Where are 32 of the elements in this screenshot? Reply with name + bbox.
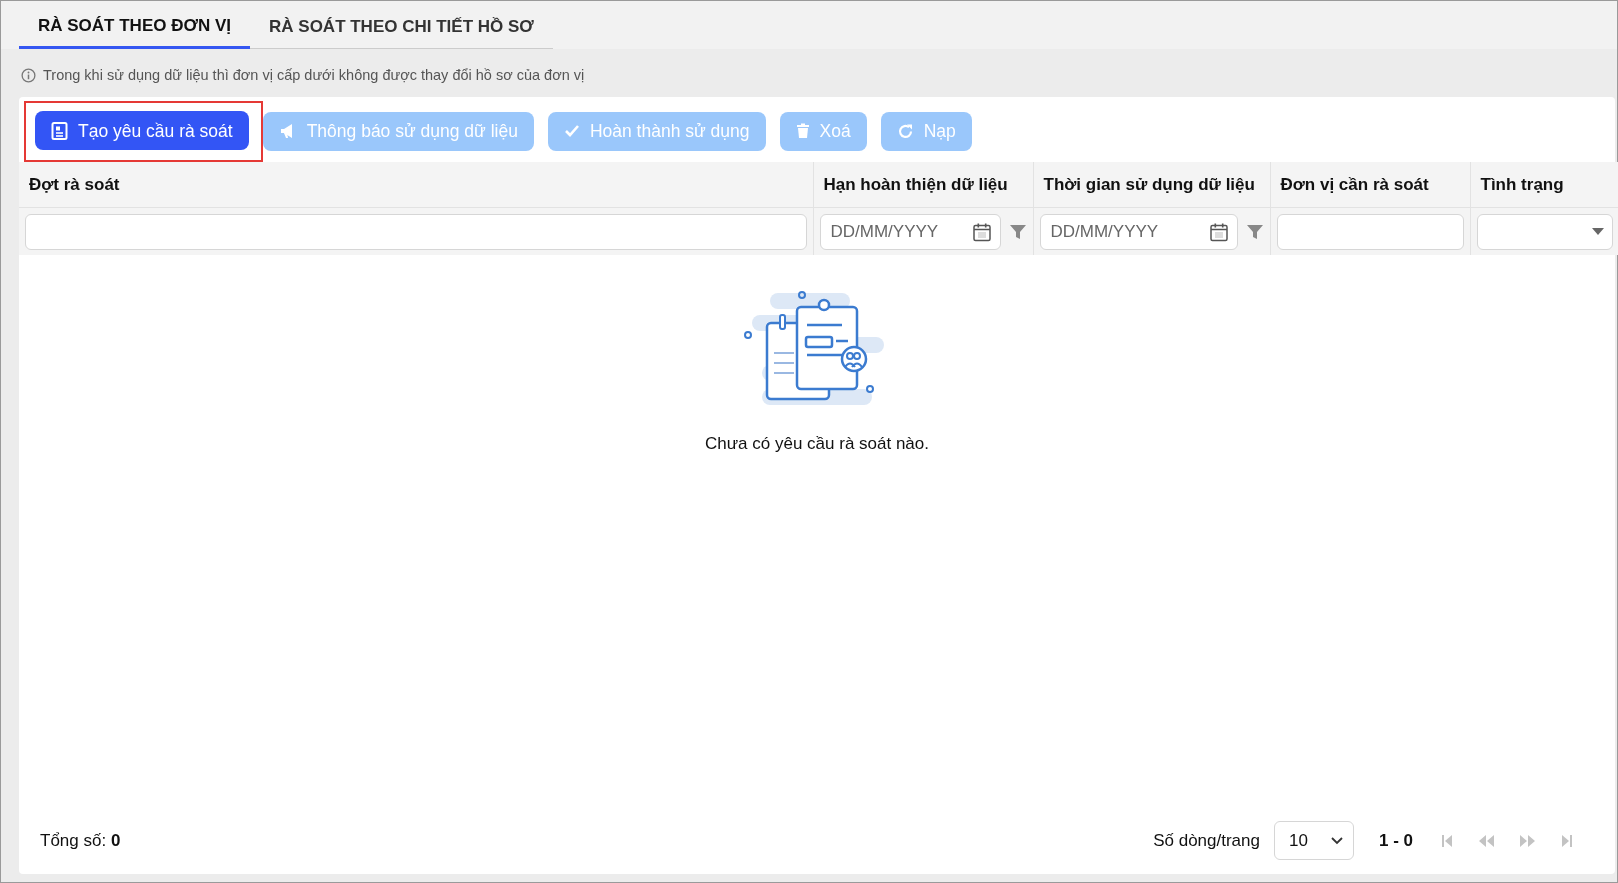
column-header: Đơn vị cần rà soát bbox=[1270, 161, 1470, 208]
column-header: Tình trạng bbox=[1470, 161, 1618, 208]
column-header: Đợt rà soát bbox=[19, 161, 813, 208]
tab[interactable]: RÀ SOÁT THEO CHI TIẾT HỒ SƠ bbox=[250, 1, 553, 49]
first-page-icon bbox=[1441, 833, 1453, 848]
chevron-down-icon bbox=[1330, 836, 1343, 845]
status-select[interactable] bbox=[1476, 213, 1613, 250]
last-page-icon bbox=[1561, 833, 1573, 848]
tab[interactable]: RÀ SOÁT THEO ĐƠN VỊ bbox=[19, 1, 250, 49]
filter-icon[interactable] bbox=[1245, 222, 1264, 241]
date-field[interactable]: DD/MM/YYYY bbox=[819, 213, 1001, 250]
page-size-label: Số dòng/trang bbox=[1153, 829, 1260, 852]
empty-message: Chưa có yêu cầu rà soát nào. bbox=[705, 432, 929, 455]
notice-text: Trong khi sử dụng dữ liệu thì đơn vị cấp dưới không được thay đổi hồ sơ của đơn vị bbox=[43, 66, 585, 85]
dropdown-arrow-icon bbox=[1591, 228, 1604, 235]
document-icon bbox=[51, 121, 68, 140]
calendar-icon[interactable] bbox=[1208, 221, 1229, 242]
checkmark-icon bbox=[563, 124, 580, 139]
total-count: Tổng số: 0 bbox=[40, 829, 121, 852]
refresh-icon bbox=[896, 122, 914, 140]
info-icon bbox=[21, 68, 36, 84]
filter-icon[interactable] bbox=[1008, 222, 1027, 241]
double-left-arrow-icon bbox=[1477, 833, 1495, 848]
calendar-icon[interactable] bbox=[971, 221, 992, 242]
date-field[interactable]: DD/MM/YYYY bbox=[1039, 213, 1238, 250]
page-range: 1 - 0 bbox=[1378, 829, 1413, 852]
page-size-select[interactable]: 10 bbox=[1273, 821, 1354, 860]
trash-icon bbox=[795, 123, 810, 140]
double-right-arrow-icon bbox=[1519, 833, 1537, 848]
column-header: Thời gian sử dụng dữ liệu bbox=[1033, 161, 1270, 208]
column-header: Hạn hoàn thiện dữ liệu bbox=[813, 161, 1033, 208]
toolbar-button[interactable]: Tạo yêu cầu rà soát bbox=[35, 111, 249, 151]
